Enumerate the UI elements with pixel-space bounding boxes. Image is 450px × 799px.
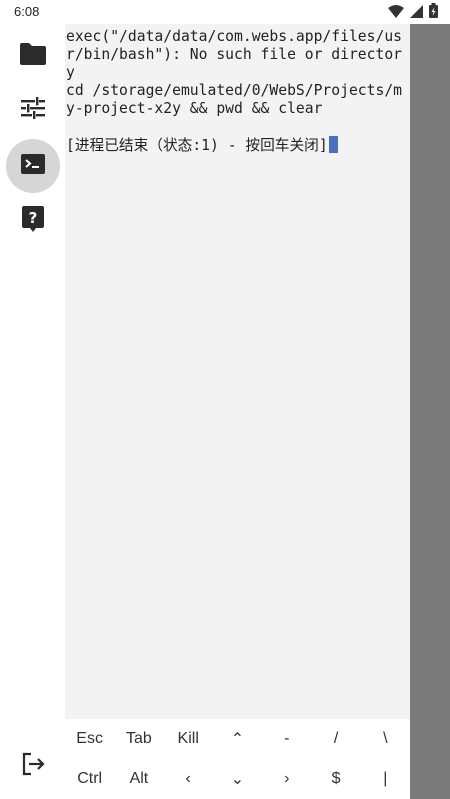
nav-help[interactable]: ? — [6, 194, 60, 248]
key-slash[interactable]: / — [311, 719, 360, 759]
terminal-output: exec("/data/data/com.webs.app/files/usr/… — [65, 24, 410, 155]
status-bar: 6:08 — [0, 0, 450, 24]
signal-icon — [410, 3, 423, 22]
logout-icon — [21, 752, 45, 780]
side-nav: ? — [0, 24, 65, 799]
nav-logout[interactable] — [6, 739, 60, 793]
terminal-view[interactable]: exec("/data/data/com.webs.app/files/usr/… — [65, 24, 410, 719]
terminal-line: exec("/data/data/com.webs.app/files/usr/… — [66, 28, 403, 81]
folder-icon — [20, 43, 46, 69]
key-ctrl[interactable]: Ctrl — [65, 759, 114, 799]
key-right[interactable]: › — [262, 759, 311, 799]
terminal-line: cd /storage/emulated/0/WebS/Projects/my-… — [66, 82, 403, 117]
nav-terminal[interactable] — [6, 139, 60, 193]
key-dollar[interactable]: $ — [311, 759, 360, 799]
battery-icon — [429, 2, 438, 22]
nav-settings[interactable] — [6, 83, 60, 137]
terminal-icon — [21, 154, 45, 178]
wifi-icon — [388, 3, 404, 22]
terminal-line: [进程已结束（状态:1) - 按回车关闭] — [66, 137, 328, 154]
nav-files[interactable] — [6, 29, 60, 83]
extra-keys-bar: Esc Tab Kill ⌃ - / \ Ctrl Alt ‹ ⌄ › $ | — [65, 719, 410, 799]
key-dash[interactable]: - — [262, 719, 311, 759]
key-down[interactable]: ⌄ — [213, 759, 262, 799]
key-esc[interactable]: Esc — [65, 719, 114, 759]
key-left[interactable]: ‹ — [164, 759, 213, 799]
svg-text:?: ? — [29, 209, 38, 227]
help-icon: ? — [22, 206, 44, 236]
key-backslash[interactable]: \ — [361, 719, 410, 759]
key-tab[interactable]: Tab — [114, 719, 163, 759]
key-up[interactable]: ⌃ — [213, 719, 262, 759]
terminal-cursor — [328, 136, 338, 153]
key-alt[interactable]: Alt — [114, 759, 163, 799]
key-kill[interactable]: Kill — [164, 719, 213, 759]
key-pipe[interactable]: | — [361, 759, 410, 799]
status-icons — [388, 2, 438, 22]
tune-icon — [21, 97, 45, 123]
status-time: 6:08 — [14, 4, 40, 19]
side-panel[interactable] — [410, 24, 450, 799]
